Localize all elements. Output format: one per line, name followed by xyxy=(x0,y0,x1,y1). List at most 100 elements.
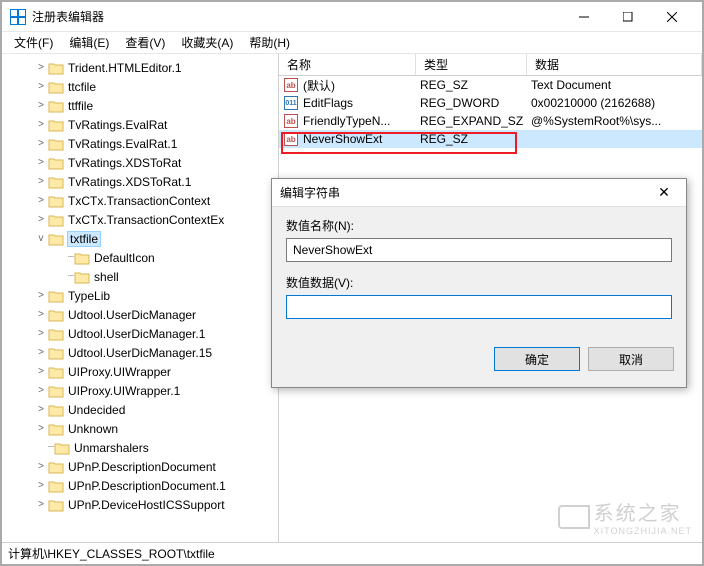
value-row[interactable]: 011EditFlagsREG_DWORD0x00210000 (2162688… xyxy=(279,94,702,112)
expander-icon[interactable]: v xyxy=(36,233,46,244)
tree-item-label: txtfile xyxy=(68,232,100,246)
expander-icon[interactable]: > xyxy=(36,347,46,358)
value-row[interactable]: ab(默认)REG_SZText Document xyxy=(279,76,702,94)
tree-item[interactable]: >Udtool.UserDicManager.15 xyxy=(4,343,276,362)
expander-icon[interactable]: > xyxy=(36,176,46,187)
tree-item[interactable]: > TvRatings.XDSToRat xyxy=(4,153,276,172)
tree-item[interactable]: >ttcfile xyxy=(4,77,276,96)
tree-item[interactable]: >Trident.HTMLEditor.1 xyxy=(4,58,276,77)
dialog-buttons: 确定 取消 xyxy=(272,341,686,381)
tree-item[interactable]: > TxCTx.TransactionContext xyxy=(4,191,276,210)
col-header-data[interactable]: 数据 xyxy=(527,54,702,75)
folder-icon xyxy=(48,80,64,94)
expander-icon[interactable]: > xyxy=(36,119,46,130)
value-name: FriendlyTypeN... xyxy=(299,114,416,128)
tree-pane[interactable]: >Trident.HTMLEditor.1>ttcfile>ttffile>Tv… xyxy=(2,54,279,542)
tree-item-label: TxCTx.TransactionContext xyxy=(68,194,210,208)
folder-icon xyxy=(74,270,90,284)
tree-item[interactable]: >TxCTx.TransactionContextEx xyxy=(4,210,276,229)
tree-item[interactable]: >Undecided xyxy=(4,400,276,419)
menu-view[interactable]: 查看(V) xyxy=(119,32,171,53)
menu-help[interactable]: 帮助(H) xyxy=(243,32,296,53)
data-field[interactable] xyxy=(286,295,672,319)
expander-icon[interactable]: > xyxy=(36,480,46,491)
expander-icon[interactable]: > xyxy=(36,423,46,434)
name-field[interactable] xyxy=(286,238,672,262)
folder-icon xyxy=(48,384,64,398)
expander-icon[interactable]: > xyxy=(36,404,46,415)
expander-icon[interactable]: > xyxy=(36,499,46,510)
expander-icon[interactable]: > xyxy=(36,328,46,339)
ok-button[interactable]: 确定 xyxy=(494,347,580,371)
data-label: 数值数据(V): xyxy=(286,274,672,291)
col-header-type[interactable]: 类型 xyxy=(416,54,527,75)
folder-icon xyxy=(48,156,64,170)
maximize-button[interactable] xyxy=(606,3,650,31)
tree-item[interactable]: > UPnP.DescriptionDocument.1 xyxy=(4,476,276,495)
tree-item-label: ttffile xyxy=(68,99,93,113)
tree-item[interactable]: > UIProxy.UIWrapper.1 xyxy=(4,381,276,400)
folder-icon xyxy=(54,441,70,455)
folder-icon xyxy=(48,194,64,208)
titlebar: 注册表编辑器 xyxy=(2,2,702,32)
watermark: 系统之家 XITONGZHIJIA.NET xyxy=(558,497,692,536)
menu-file[interactable]: 文件(F) xyxy=(8,32,59,53)
string-value-icon: ab xyxy=(284,114,298,128)
tree-item-label: UIProxy.UIWrapper.1 xyxy=(68,384,180,398)
expander-icon[interactable]: > xyxy=(36,290,46,301)
expander-icon[interactable]: > xyxy=(36,81,46,92)
cancel-button[interactable]: 取消 xyxy=(588,347,674,371)
minimize-button[interactable] xyxy=(562,3,606,31)
menu-favorites[interactable]: 收藏夹(A) xyxy=(175,32,239,53)
dialog-body: 数值名称(N): 数值数据(V): xyxy=(272,207,686,341)
close-button[interactable] xyxy=(650,3,694,31)
menu-edit[interactable]: 编辑(E) xyxy=(63,32,115,53)
tree-item[interactable]: >Udtool.UserDicManager.1 xyxy=(4,324,276,343)
folder-icon xyxy=(48,346,64,360)
name-input[interactable] xyxy=(293,241,665,259)
value-row[interactable]: abFriendlyTypeN...REG_EXPAND_SZ@%SystemR… xyxy=(279,112,702,130)
tree-item[interactable]: >UIProxy.UIWrapper xyxy=(4,362,276,381)
watermark-logo-icon xyxy=(558,505,590,529)
tree-item[interactable]: >Unknown xyxy=(4,419,276,438)
expander-icon[interactable]: > xyxy=(36,62,46,73)
folder-icon xyxy=(48,61,64,75)
tree-item[interactable]: ┈shell xyxy=(4,267,276,286)
dialog-close-button[interactable]: ✕ xyxy=(650,184,678,201)
tree-branch-icon: ┈ xyxy=(48,442,52,453)
tree-item[interactable]: >TypeLib xyxy=(4,286,276,305)
tree-item[interactable]: >TvRatings.EvalRat xyxy=(4,115,276,134)
expander-icon[interactable]: > xyxy=(36,366,46,377)
expander-icon[interactable]: > xyxy=(36,138,46,149)
expander-icon[interactable]: > xyxy=(36,157,46,168)
watermark-text: 系统之家 xyxy=(594,497,692,526)
tree-item[interactable]: >TvRatings.EvalRat.1 xyxy=(4,134,276,153)
expander-icon[interactable]: > xyxy=(36,195,46,206)
tree-item[interactable]: > Udtool.UserDicManager xyxy=(4,305,276,324)
tree-item[interactable]: > ttffile xyxy=(4,96,276,115)
tree-item-label: DefaultIcon xyxy=(94,251,155,265)
expander-icon[interactable]: > xyxy=(36,309,46,320)
expander-icon[interactable]: > xyxy=(36,461,46,472)
tree-item[interactable]: >TvRatings.XDSToRat.1 xyxy=(4,172,276,191)
expander-icon[interactable]: > xyxy=(36,100,46,111)
tree-item-label: UPnP.DescriptionDocument.1 xyxy=(68,479,226,493)
tree-item[interactable]: >UPnP.DescriptionDocument xyxy=(4,457,276,476)
expander-icon[interactable]: > xyxy=(36,214,46,225)
tree-item[interactable]: >UPnP.DeviceHostICSSupport xyxy=(4,495,276,514)
tree-item-label: TvRatings.XDSToRat xyxy=(68,156,181,170)
tree-item[interactable]: v txtfile xyxy=(4,229,276,248)
folder-icon xyxy=(48,232,64,246)
value-row[interactable]: abNeverShowExtREG_SZ xyxy=(279,130,702,148)
tree-item[interactable]: ┈ DefaultIcon xyxy=(4,248,276,267)
tree-branch-icon: ┈ xyxy=(68,271,72,282)
data-input[interactable] xyxy=(293,298,665,316)
tree-item-label: Udtool.UserDicManager xyxy=(68,308,196,322)
tree-branch-icon: ┈ xyxy=(68,252,72,263)
folder-icon xyxy=(48,365,64,379)
value-data: 0x00210000 (2162688) xyxy=(527,96,702,110)
col-header-name[interactable]: 名称 xyxy=(279,54,416,75)
folder-icon xyxy=(48,118,64,132)
expander-icon[interactable]: > xyxy=(36,385,46,396)
tree-item[interactable]: ┈Unmarshalers xyxy=(4,438,276,457)
